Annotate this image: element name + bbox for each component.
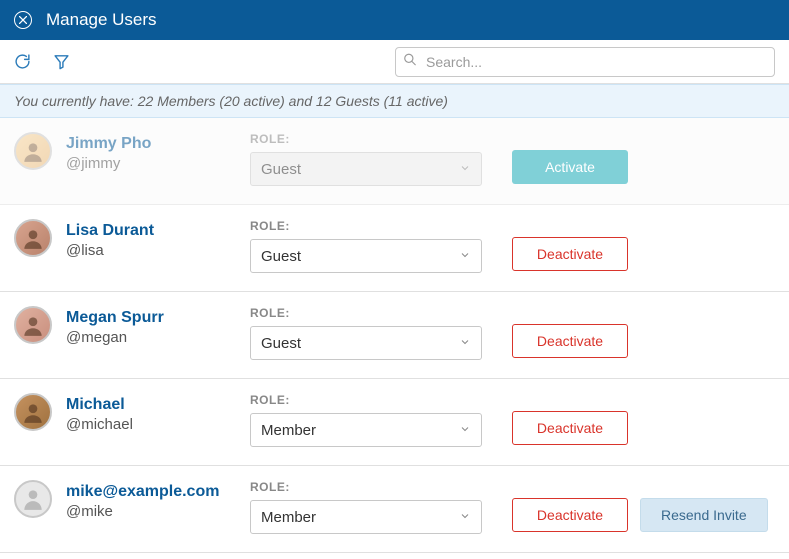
user-name[interactable]: mike@example.com	[66, 482, 236, 501]
avatar	[14, 393, 52, 431]
search-icon	[403, 52, 417, 71]
role-select: Guest	[250, 152, 482, 186]
filter-icon[interactable]	[53, 53, 70, 70]
user-row: Lisa Durant @lisa ROLE: Guest Deactivate	[0, 205, 789, 292]
summary-text: You currently have: 22 Members (20 activ…	[14, 93, 448, 109]
role-label: ROLE:	[250, 306, 482, 320]
role-label: ROLE:	[250, 393, 482, 407]
chevron-down-icon	[459, 422, 471, 439]
avatar	[14, 219, 52, 257]
role-block: ROLE: Member	[250, 480, 482, 534]
deactivate-button[interactable]: Deactivate	[512, 498, 628, 532]
actions: Activate	[512, 132, 628, 184]
actions: Deactivate Resend Invite	[512, 480, 768, 532]
role-label: ROLE:	[250, 219, 482, 233]
chevron-down-icon	[459, 248, 471, 265]
user-name[interactable]: Lisa Durant	[66, 221, 236, 240]
chevron-down-icon	[459, 161, 471, 178]
user-handle: @megan	[66, 329, 236, 346]
user-name[interactable]: Megan Spurr	[66, 308, 236, 327]
user-list: Jimmy Pho @jimmy ROLE: Guest Activate Lisa Du…	[0, 118, 789, 553]
role-value: Member	[261, 509, 316, 526]
avatar	[14, 306, 52, 344]
summary-bar: You currently have: 22 Members (20 activ…	[0, 84, 789, 118]
deactivate-button[interactable]: Deactivate	[512, 411, 628, 445]
user-info: mike@example.com @mike	[66, 480, 236, 520]
user-name[interactable]: Michael	[66, 395, 236, 414]
search-wrap	[395, 47, 775, 77]
role-select[interactable]: Guest	[250, 326, 482, 360]
page-title: Manage Users	[46, 10, 157, 30]
role-select[interactable]: Guest	[250, 239, 482, 273]
role-select[interactable]: Member	[250, 413, 482, 447]
search-input[interactable]	[395, 47, 775, 77]
role-label: ROLE:	[250, 480, 482, 494]
user-handle: @michael	[66, 416, 236, 433]
user-row: mike@example.com @mike ROLE: Member Deactiva…	[0, 466, 789, 553]
role-block: ROLE: Guest	[250, 219, 482, 273]
activate-button[interactable]: Activate	[512, 150, 628, 184]
user-info: Megan Spurr @megan	[66, 306, 236, 346]
actions: Deactivate	[512, 219, 628, 271]
role-value: Guest	[261, 248, 301, 265]
deactivate-button[interactable]: Deactivate	[512, 237, 628, 271]
user-info: Michael @michael	[66, 393, 236, 433]
role-block: ROLE: Guest	[250, 132, 482, 186]
user-handle: @jimmy	[66, 155, 236, 172]
resend-invite-button[interactable]: Resend Invite	[640, 498, 768, 532]
refresh-icon[interactable]	[14, 53, 31, 70]
avatar	[14, 480, 52, 518]
role-value: Guest	[261, 335, 301, 352]
user-row: Jimmy Pho @jimmy ROLE: Guest Activate	[0, 118, 789, 205]
chevron-down-icon	[459, 509, 471, 526]
actions: Deactivate	[512, 393, 628, 445]
role-value: Member	[261, 422, 316, 439]
role-label: ROLE:	[250, 132, 482, 146]
role-block: ROLE: Member	[250, 393, 482, 447]
role-select[interactable]: Member	[250, 500, 482, 534]
user-row: Megan Spurr @megan ROLE: Guest Deactivate	[0, 292, 789, 379]
user-info: Lisa Durant @lisa	[66, 219, 236, 259]
avatar	[14, 132, 52, 170]
user-handle: @mike	[66, 503, 236, 520]
close-icon[interactable]	[14, 11, 32, 29]
user-info: Jimmy Pho @jimmy	[66, 132, 236, 172]
role-value: Guest	[261, 161, 301, 178]
toolbar	[0, 40, 789, 84]
role-block: ROLE: Guest	[250, 306, 482, 360]
user-handle: @lisa	[66, 242, 236, 259]
user-row: Michael @michael ROLE: Member Deactivate	[0, 379, 789, 466]
user-name[interactable]: Jimmy Pho	[66, 134, 236, 153]
chevron-down-icon	[459, 335, 471, 352]
header: Manage Users	[0, 0, 789, 40]
actions: Deactivate	[512, 306, 628, 358]
deactivate-button[interactable]: Deactivate	[512, 324, 628, 358]
